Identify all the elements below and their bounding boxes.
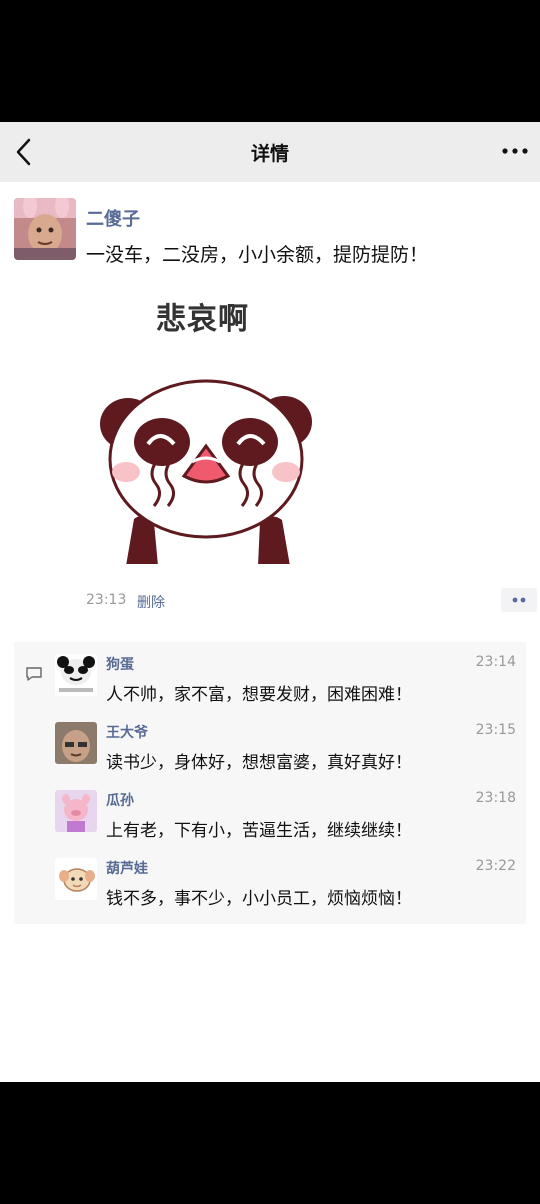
post-time: 23:13 <box>86 592 127 608</box>
comment-text: 人不帅，家不富，想要发财，困难困难！ <box>106 685 412 705</box>
commenter-avatar[interactable] <box>55 790 97 832</box>
commenter-name[interactable]: 王大爷 <box>106 722 148 742</box>
comment-time: 23:18 <box>475 790 516 806</box>
nav-bar: 详情 <box>0 122 540 182</box>
post-text: 一没车，二没房，小小余额，提防提防！ <box>86 244 429 266</box>
comment-item[interactable]: 王大爷 23:15 读书少，身体好，想想富婆，真好真好！ <box>14 710 526 778</box>
comment-text: 读书少，身体好，想想富婆，真好真好！ <box>106 753 412 773</box>
author-avatar[interactable] <box>14 198 76 260</box>
comment-text: 上有老，下有小，苦逼生活，继续继续！ <box>106 821 412 841</box>
comment-list: 狗蛋 23:14 人不帅，家不富，想要发财，困难困难！ 王大爷 23:15 读书… <box>14 642 526 924</box>
comment-time: 23:14 <box>475 654 516 670</box>
author-name[interactable]: 二傻子 <box>86 205 140 231</box>
more-button[interactable] <box>496 136 534 166</box>
moment-detail-screen: 详情 二傻子 一没车，二没房，小小余额，提防提防！ 悲哀啊 23:13 删除 狗… <box>0 122 540 1082</box>
comment-item[interactable]: 瓜孙 23:18 上有老，下有小，苦逼生活，继续继续！ <box>14 778 526 846</box>
comment-item[interactable]: 葫芦娃 23:22 钱不多，事不少，小小员工，烦恼烦恼！ <box>14 846 526 914</box>
like-comment-button[interactable] <box>501 588 537 612</box>
comment-time: 23:15 <box>475 722 516 738</box>
delete-link[interactable]: 删除 <box>137 592 165 612</box>
more-dots-icon <box>502 148 528 154</box>
commenter-avatar[interactable] <box>55 654 97 696</box>
commenter-name[interactable]: 瓜孙 <box>106 790 134 810</box>
more-dots-icon <box>512 597 526 603</box>
comment-item[interactable]: 狗蛋 23:14 人不帅，家不富，想要发财，困难困难！ <box>14 642 526 710</box>
comment-time: 23:22 <box>475 858 516 874</box>
commenter-name[interactable]: 葫芦娃 <box>106 858 148 878</box>
commenter-name[interactable]: 狗蛋 <box>106 654 134 674</box>
commenter-avatar[interactable] <box>55 858 97 900</box>
sticker-caption: 悲哀啊 <box>156 302 249 337</box>
commenter-avatar[interactable] <box>55 722 97 764</box>
page-title: 详情 <box>250 143 289 165</box>
comment-text: 钱不多，事不少，小小员工，烦恼烦恼！ <box>106 889 412 909</box>
